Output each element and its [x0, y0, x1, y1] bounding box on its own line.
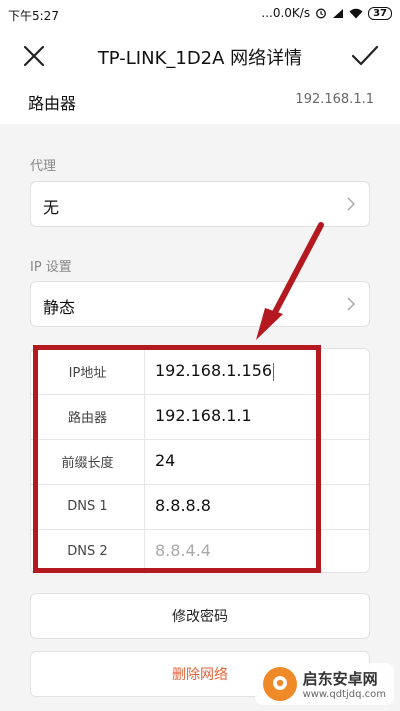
dns1-label: DNS 1 — [31, 484, 145, 529]
text-cursor — [273, 362, 275, 381]
status-icons: ...0.0K/s 37 — [261, 6, 392, 20]
battery-icon: 37 — [368, 6, 392, 20]
gateway-field[interactable]: 192.168.1.1 — [155, 406, 252, 425]
ip-address-label: IP地址 — [31, 349, 145, 394]
router-info-row: 路由器 192.168.1.1 — [0, 84, 400, 124]
page-title: TP-LINK_1D2A 网络详情 — [97, 48, 303, 69]
status-bar: 下午5:27 ...0.0K/s 37 — [0, 0, 400, 28]
proxy-section-label: 代理 — [30, 159, 57, 174]
router-value: 192.168.1.1 — [295, 92, 374, 107]
status-time: 下午5:27 — [8, 9, 59, 23]
router-label: 路由器 — [28, 94, 77, 113]
watermark-title: 启东安卓网 — [302, 670, 378, 688]
wifi-icon — [349, 8, 363, 18]
dns1-row[interactable]: DNS 1 8.8.8.8 — [31, 484, 369, 530]
dns1-field[interactable]: 8.8.8.8 — [155, 496, 211, 515]
site-watermark: 启东安卓网 www.qdtjdq.com — [254, 663, 394, 705]
confirm-check-icon[interactable] — [350, 42, 380, 70]
prefix-length-row[interactable]: 前缀长度 24 — [31, 439, 369, 485]
dns2-label: DNS 2 — [31, 529, 145, 574]
change-password-button[interactable]: 修改密码 — [30, 593, 370, 639]
proxy-value: 无 — [43, 198, 60, 217]
static-ip-fields: IP地址 192.168.1.156 路由器 192.168.1.1 前缀长度 … — [30, 348, 370, 574]
watermark-logo-icon — [262, 667, 297, 701]
alarm-icon — [316, 8, 327, 19]
dns2-row[interactable]: DNS 2 8.8.4.4 — [31, 529, 369, 574]
chevron-right-icon — [347, 297, 356, 311]
title-bar: TP-LINK_1D2A 网络详情 — [0, 28, 400, 84]
ip-address-row[interactable]: IP地址 192.168.1.156 — [31, 349, 369, 395]
ip-address-field[interactable]: 192.168.1.156 — [155, 361, 275, 381]
proxy-select[interactable]: 无 — [30, 181, 370, 227]
prefix-length-label: 前缀长度 — [31, 439, 145, 484]
gateway-label: 路由器 — [31, 394, 145, 439]
ip-settings-value: 静态 — [43, 298, 76, 317]
watermark-url: www.qdtjdq.com — [302, 689, 386, 700]
network-speed: ...0.0K/s — [261, 6, 311, 20]
dns2-field[interactable]: 8.8.4.4 — [155, 541, 211, 560]
signal-icon — [333, 8, 344, 18]
ip-settings-section-label: IP 设置 — [30, 260, 72, 275]
chevron-right-icon — [347, 197, 356, 211]
gateway-row[interactable]: 路由器 192.168.1.1 — [31, 394, 369, 440]
ip-settings-select[interactable]: 静态 — [30, 281, 370, 327]
prefix-length-field[interactable]: 24 — [155, 451, 175, 470]
